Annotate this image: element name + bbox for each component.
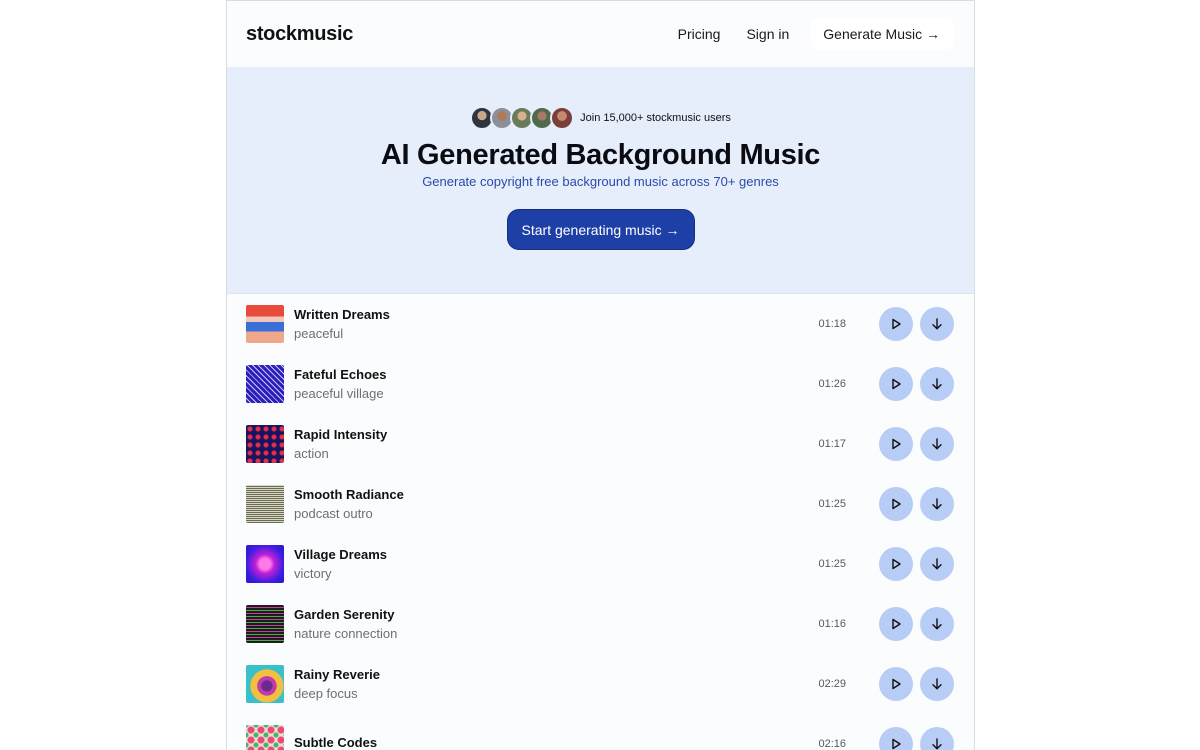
track-duration: 02:16 <box>818 738 846 750</box>
track-cover-image <box>246 605 284 643</box>
play-icon <box>892 738 901 750</box>
track-duration: 01:17 <box>818 438 846 450</box>
nav-links: Pricing Sign in Generate Music → <box>652 18 954 50</box>
download-button[interactable] <box>920 607 954 641</box>
social-proof-text: Join 15,000+ stockmusic users <box>580 112 731 124</box>
avatar <box>550 106 575 130</box>
generate-music-button[interactable]: Generate Music → <box>811 18 954 50</box>
download-arrow-icon <box>932 738 942 750</box>
hero-section: Join 15,000+ stockmusic users AI Generat… <box>227 67 974 294</box>
track-title[interactable]: Village Dreams <box>294 547 387 562</box>
track-row: Village Dreams victory 01:25 <box>246 534 954 594</box>
track-cover-image <box>246 545 284 583</box>
track-duration: 01:26 <box>818 378 846 390</box>
download-button[interactable] <box>920 487 954 521</box>
track-duration: 01:25 <box>818 558 846 570</box>
download-arrow-icon <box>932 318 942 330</box>
track-cover-image <box>246 305 284 343</box>
page-frame: stockmusic Pricing Sign in Generate Musi… <box>226 0 975 750</box>
logo[interactable]: stockmusic <box>246 23 353 46</box>
play-button[interactable] <box>879 547 913 581</box>
page-title: AI Generated Background Music <box>380 139 821 171</box>
track-title[interactable]: Smooth Radiance <box>294 487 404 502</box>
track-title[interactable]: Subtle Codes <box>294 735 377 750</box>
play-icon <box>892 378 901 390</box>
top-nav: stockmusic Pricing Sign in Generate Musi… <box>227 1 974 67</box>
track-meta: Rainy Reverie deep focus <box>294 667 380 701</box>
track-row: Subtle Codes 02:16 <box>246 714 954 750</box>
page-subtitle: Generate copyright free background music… <box>422 174 779 189</box>
track-meta: Rapid Intensity action <box>294 427 387 461</box>
track-meta: Fateful Echoes peaceful village <box>294 367 386 401</box>
play-button[interactable] <box>879 307 913 341</box>
track-meta: Subtle Codes <box>294 735 377 750</box>
play-button[interactable] <box>879 487 913 521</box>
track-tag: deep focus <box>294 686 358 701</box>
track-duration: 01:18 <box>818 318 846 330</box>
track-tag: nature connection <box>294 626 398 641</box>
social-proof: Join 15,000+ stockmusic users <box>227 105 974 131</box>
track-row: Garden Serenity nature connection 01:16 <box>246 594 954 654</box>
download-button[interactable] <box>920 427 954 461</box>
download-button[interactable] <box>920 547 954 581</box>
download-button[interactable] <box>920 367 954 401</box>
track-meta: Written Dreams peaceful <box>294 307 390 341</box>
track-duration: 01:25 <box>818 498 846 510</box>
download-button[interactable] <box>920 667 954 701</box>
track-title[interactable]: Garden Serenity <box>294 607 397 622</box>
nav-link-sign-in[interactable]: Sign in <box>746 26 789 42</box>
start-generating-button[interactable]: Start generating music → <box>506 209 695 250</box>
download-arrow-icon <box>932 678 942 690</box>
track-title[interactable]: Rapid Intensity <box>294 427 387 442</box>
download-arrow-icon <box>932 558 942 570</box>
nav-link-pricing[interactable]: Pricing <box>678 26 721 42</box>
track-row: Fateful Echoes peaceful village 01:26 <box>246 354 954 414</box>
track-tag: peaceful <box>294 326 344 341</box>
track-cover-image <box>246 365 284 403</box>
track-cover-image <box>246 725 284 750</box>
play-button[interactable] <box>879 667 913 701</box>
track-title[interactable]: Written Dreams <box>294 307 390 322</box>
download-arrow-icon <box>932 618 942 630</box>
track-meta: Garden Serenity nature connection <box>294 607 397 641</box>
track-tag: victory <box>294 566 332 581</box>
download-arrow-icon <box>932 498 942 510</box>
download-button[interactable] <box>920 727 954 750</box>
track-meta: Smooth Radiance podcast outro <box>294 487 404 521</box>
play-button[interactable] <box>879 607 913 641</box>
play-button[interactable] <box>879 427 913 461</box>
play-icon <box>892 618 901 630</box>
track-cover-image <box>246 485 284 523</box>
track-cover-image <box>246 425 284 463</box>
play-icon <box>892 318 901 330</box>
play-icon <box>892 678 901 690</box>
track-title[interactable]: Fateful Echoes <box>294 367 386 382</box>
track-tag: peaceful village <box>294 386 384 401</box>
play-icon <box>892 498 901 510</box>
track-list: Written Dreams peaceful 01:18 Fateful Ec… <box>227 294 974 750</box>
track-tag: podcast outro <box>294 506 373 521</box>
play-button[interactable] <box>879 727 913 750</box>
track-row: Rainy Reverie deep focus 02:29 <box>246 654 954 714</box>
play-icon <box>892 438 901 450</box>
track-duration: 02:29 <box>818 678 846 690</box>
play-icon <box>892 558 901 570</box>
track-duration: 01:16 <box>818 618 846 630</box>
track-row: Smooth Radiance podcast outro 01:25 <box>246 474 954 534</box>
track-row: Rapid Intensity action 01:17 <box>246 414 954 474</box>
play-button[interactable] <box>879 367 913 401</box>
avatar-group <box>470 106 575 130</box>
download-arrow-icon <box>932 378 942 390</box>
track-row: Written Dreams peaceful 01:18 <box>246 294 954 354</box>
track-cover-image <box>246 665 284 703</box>
download-arrow-icon <box>932 438 942 450</box>
track-meta: Village Dreams victory <box>294 547 387 581</box>
download-button[interactable] <box>920 307 954 341</box>
track-tag: action <box>294 446 329 461</box>
track-title[interactable]: Rainy Reverie <box>294 667 380 682</box>
